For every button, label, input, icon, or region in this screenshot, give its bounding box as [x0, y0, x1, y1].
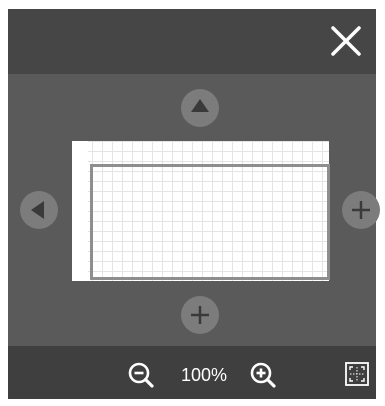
preview-margin	[72, 141, 88, 281]
outline-panel: 100%	[8, 9, 380, 399]
zoom-out-icon	[128, 362, 154, 388]
close-icon	[331, 26, 361, 56]
triangle-up-icon	[191, 99, 209, 112]
outline-canvas[interactable]	[8, 74, 380, 346]
plus-icon	[191, 306, 209, 324]
zoom-toolbar: 100%	[8, 346, 376, 399]
viewport-frame[interactable]	[90, 164, 330, 280]
outline-header	[8, 9, 376, 74]
fit-to-screen-icon	[345, 362, 369, 386]
pan-up-button[interactable]	[181, 89, 219, 127]
plus-icon	[352, 201, 370, 219]
zoom-in-icon	[250, 362, 276, 388]
pan-right-button[interactable]	[342, 191, 380, 229]
zoom-level: 100%	[180, 365, 228, 385]
triangle-left-icon	[31, 201, 44, 219]
zoom-out-button[interactable]	[127, 361, 155, 389]
fit-to-screen-button[interactable]	[344, 361, 370, 387]
close-button[interactable]	[330, 25, 362, 57]
zoom-in-button[interactable]	[249, 361, 277, 389]
pan-left-button[interactable]	[20, 191, 58, 229]
pan-down-button[interactable]	[181, 296, 219, 334]
